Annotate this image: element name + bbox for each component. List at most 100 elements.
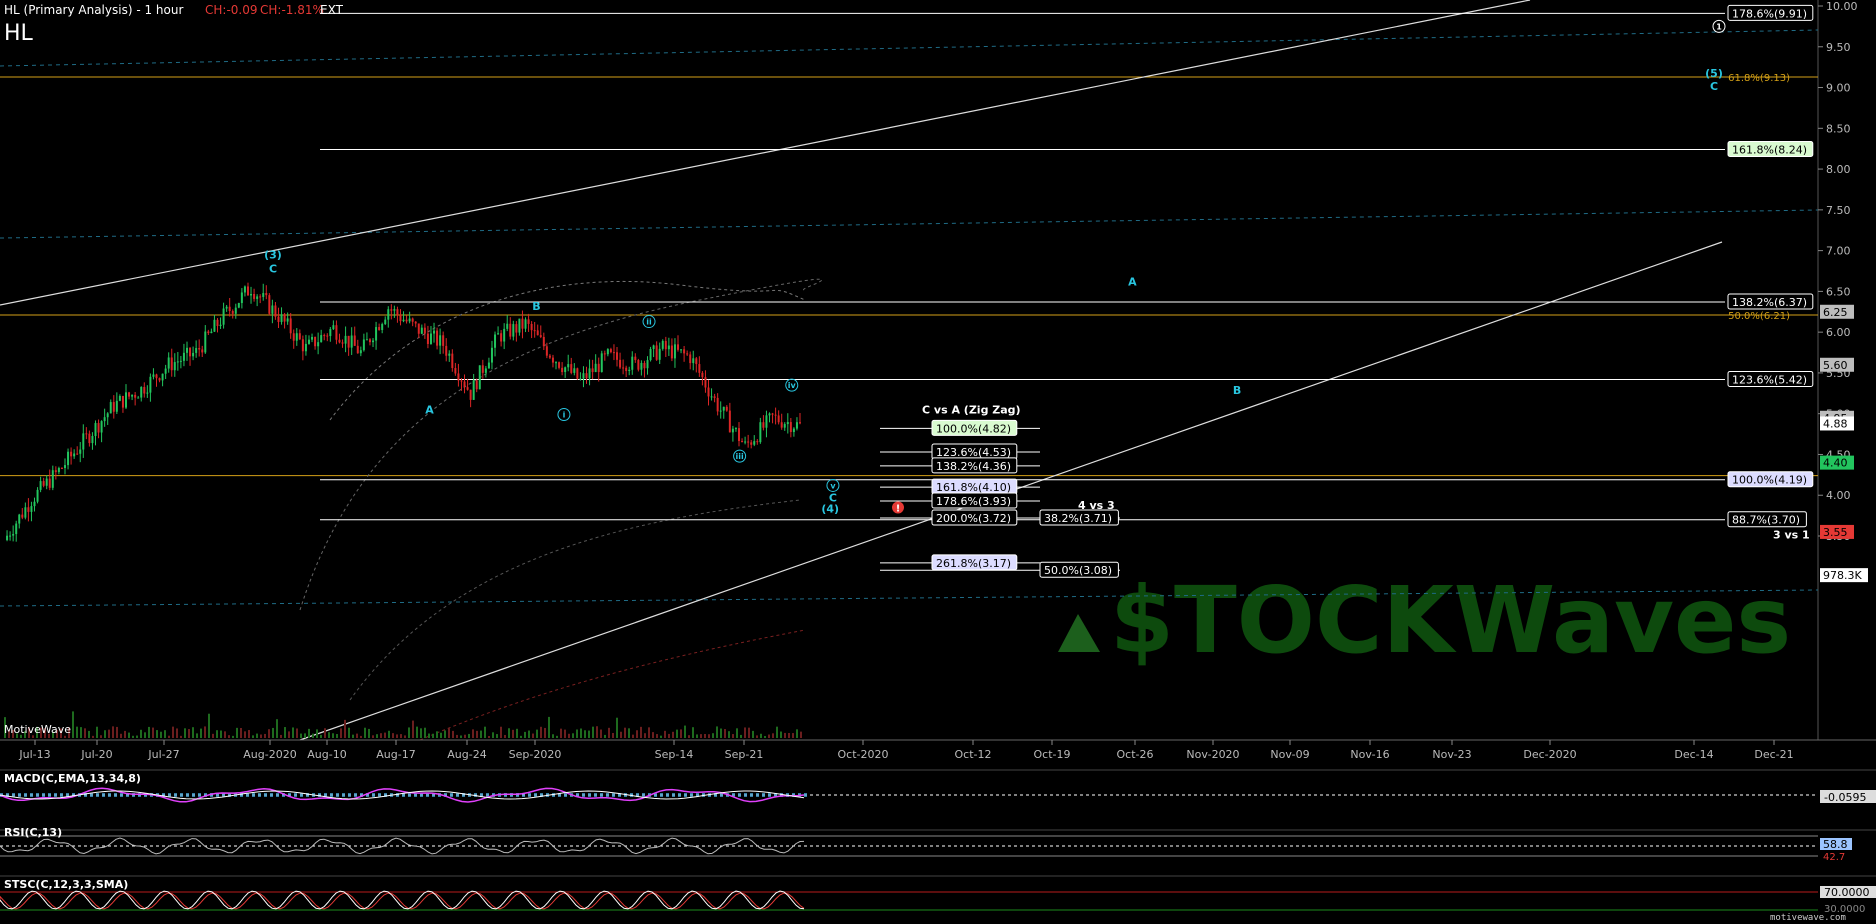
- price-marker-0: 6.25: [1823, 306, 1848, 319]
- volume-bar: [372, 735, 374, 738]
- candle-body: [347, 335, 350, 348]
- candle-body: [689, 354, 692, 364]
- candle-body: [780, 422, 783, 428]
- volume-bar: [72, 711, 74, 738]
- candle-body: [472, 380, 475, 400]
- volume-bar: [500, 726, 502, 738]
- volume-bar: [324, 728, 326, 738]
- wave-label-6: iii: [735, 452, 743, 461]
- date-tick-label-13: Oct-26: [1117, 748, 1154, 761]
- wave-label-8: v: [830, 481, 836, 490]
- candle-body: [140, 387, 143, 398]
- candle-body: [320, 335, 323, 343]
- candle-body: [588, 368, 591, 379]
- volume-bar: [684, 725, 686, 738]
- candle-body: [460, 380, 463, 382]
- candle-body: [82, 433, 85, 450]
- candle-body: [731, 428, 734, 433]
- zigzag-label-6: 261.8%(3.17): [936, 557, 1011, 570]
- candle-body: [762, 422, 765, 428]
- candle-body: [164, 368, 167, 374]
- volume-bar: [464, 734, 466, 738]
- candle-body: [155, 374, 158, 379]
- volume-bar: [572, 733, 574, 738]
- volume-bar: [696, 734, 698, 738]
- volume-bar: [608, 727, 610, 738]
- volume-bar: [332, 733, 334, 738]
- price-marker-6: 978.3K: [1823, 569, 1862, 582]
- price-tick-label-5: 7.50: [1826, 204, 1851, 217]
- volume-bar: [388, 730, 390, 738]
- volume-bar: [296, 728, 298, 738]
- candle-body: [786, 422, 789, 425]
- candle-body: [219, 324, 222, 326]
- volume-bar: [568, 733, 570, 738]
- candle-body: [283, 314, 286, 322]
- candle-body: [567, 364, 570, 368]
- macd-hist-bar: [684, 793, 687, 797]
- candle-body: [317, 342, 320, 347]
- motivewave-url[interactable]: motivewave.com: [1770, 913, 1846, 923]
- candle-body: [545, 346, 548, 356]
- candle-body: [85, 433, 88, 435]
- four-vs-three-label-1: 50.0%(3.08): [1044, 564, 1112, 577]
- candle-body: [100, 421, 103, 433]
- candle-body: [747, 441, 750, 443]
- candle-body: [204, 331, 207, 353]
- price-marker-5: 3.55: [1823, 526, 1848, 539]
- date-tick-label-4: Aug-10: [307, 748, 346, 761]
- ext-label[interactable]: EXT: [320, 3, 344, 17]
- macd-value: -0.0595: [1824, 791, 1866, 804]
- volume-bar: [520, 735, 522, 738]
- candle-body: [692, 358, 695, 364]
- volume-bar: [244, 731, 246, 738]
- volume-bar: [764, 735, 766, 738]
- candle-body: [524, 319, 527, 329]
- candle-body: [518, 318, 521, 333]
- volume-bar: [728, 731, 730, 738]
- macd-hist-bar: [804, 793, 807, 797]
- candle-body: [27, 507, 30, 512]
- volume-bar: [308, 728, 310, 738]
- volume-bar: [780, 731, 782, 738]
- candle-body: [161, 373, 164, 381]
- candle-body: [600, 353, 603, 373]
- candle-body: [124, 392, 127, 408]
- volume-bar: [380, 733, 382, 738]
- alert-icon-glyph: !: [896, 503, 901, 514]
- candle-body: [24, 507, 27, 518]
- candle-body: [54, 470, 57, 473]
- macd-hist-bar: [672, 793, 675, 797]
- candle-body: [646, 360, 649, 369]
- price-tick-label-6: 7.00: [1826, 245, 1851, 258]
- candle-body: [603, 353, 606, 355]
- macd-hist-bar: [750, 793, 753, 797]
- volume-bar: [104, 730, 106, 738]
- volume-bar: [644, 733, 646, 738]
- volume-bar: [400, 734, 402, 738]
- candle-body: [606, 349, 609, 355]
- candle-body: [649, 349, 652, 361]
- date-tick-label-10: Oct-2020: [838, 748, 889, 761]
- volume-bar: [408, 727, 410, 738]
- volume-bar: [740, 734, 742, 738]
- volume-bar: [756, 735, 758, 738]
- candle-body: [405, 319, 408, 322]
- volume-bar: [556, 735, 558, 738]
- candle-body: [298, 333, 301, 340]
- candle-body: [295, 333, 298, 341]
- candle-body: [234, 307, 237, 314]
- volume-bar: [708, 734, 710, 738]
- candle-body: [268, 295, 271, 314]
- volume-bar: [688, 735, 690, 738]
- macd-hist-bar: [96, 793, 99, 797]
- chart-canvas[interactable]: $TOCKWaves HL (Primary Analysis) - 1 hou…: [0, 0, 1876, 924]
- candle-body: [329, 329, 332, 337]
- candle-body: [783, 424, 786, 428]
- volume-bar: [448, 728, 450, 738]
- candle-body: [625, 367, 628, 371]
- candle-body: [131, 394, 134, 397]
- candle-body: [259, 296, 262, 298]
- candle-body: [63, 465, 66, 469]
- volume-bar: [404, 735, 406, 738]
